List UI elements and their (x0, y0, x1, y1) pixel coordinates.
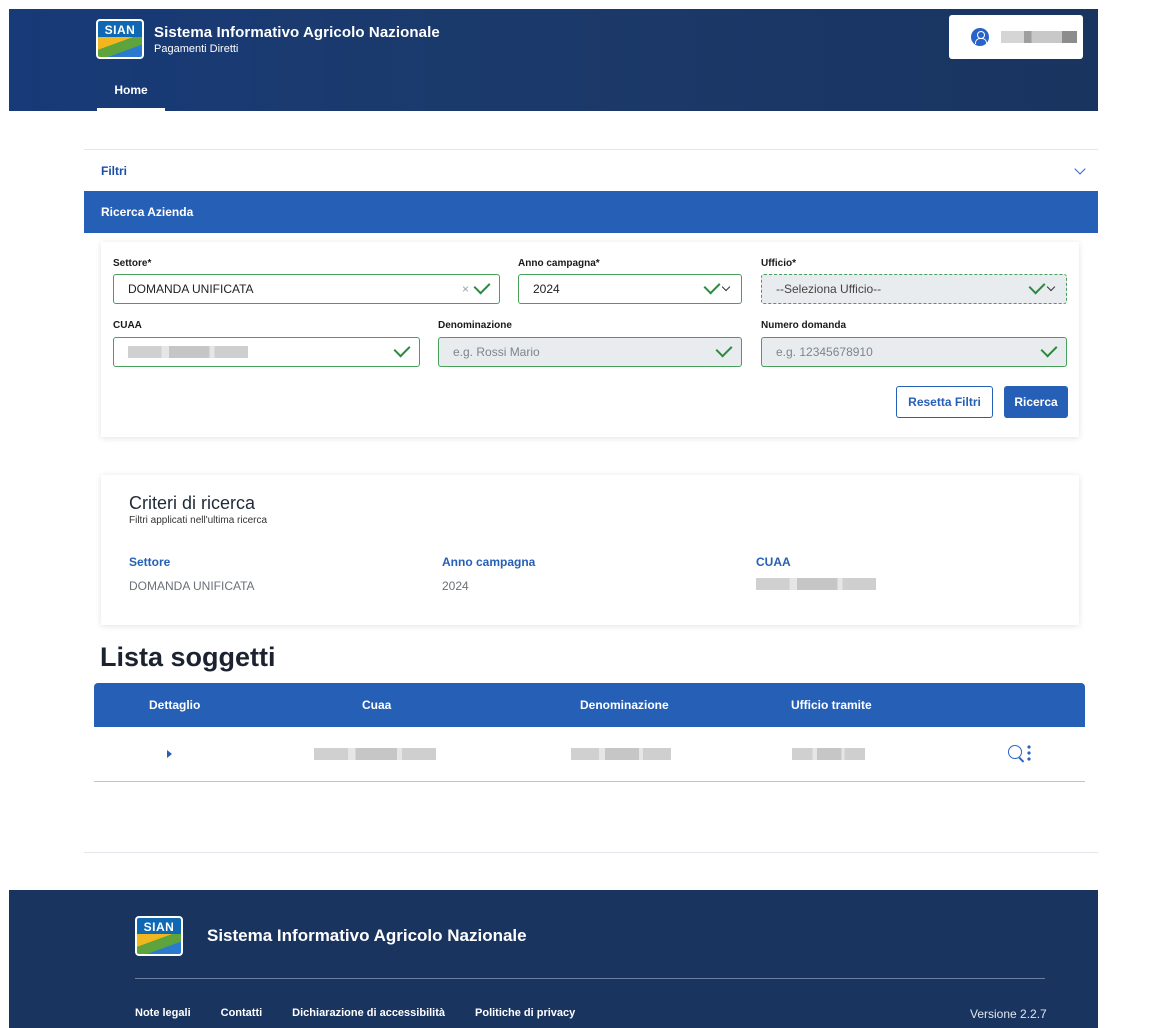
denominazione-label: Denominazione (438, 320, 512, 331)
criteria-title: Criteri di ricerca (129, 493, 256, 513)
search-criteria-card: Criteri di ricerca Filtri applicati nell… (101, 475, 1079, 625)
column-header-ufficio-tramite[interactable]: Ufficio tramite (791, 683, 872, 727)
app-title: Sistema Informativo Agricolo Nazionale (154, 23, 440, 41)
ufficio-value: --Seleziona Ufficio-- (776, 282, 882, 296)
settore-label: Settore* (113, 258, 152, 269)
logo-graphic (137, 934, 181, 954)
denominazione-placeholder: e.g. Rossi Mario (453, 345, 540, 359)
criteria-settore-label: Settore (129, 555, 171, 569)
check-icon (1040, 340, 1058, 358)
check-icon (715, 340, 733, 358)
app-header: SIAN Sistema Informativo Agricolo Nazion… (9, 9, 1098, 111)
clear-icon[interactable]: × (462, 282, 469, 296)
search-form-card: Settore* DOMANDA UNIFICATA × Anno campag… (101, 242, 1079, 437)
footer-link-contatti[interactable]: Contatti (221, 1007, 263, 1019)
check-icon (473, 277, 491, 295)
search-icon[interactable] (1008, 745, 1022, 759)
footer-link-accessibilita[interactable]: Dichiarazione di accessibilità (292, 1007, 445, 1019)
chevron-down-icon (721, 282, 731, 292)
column-header-cuaa[interactable]: Cuaa (362, 683, 391, 727)
results-title: Lista soggetti (100, 642, 276, 672)
cuaa-input[interactable] (113, 337, 420, 367)
chevron-down-icon (1074, 162, 1086, 175)
row-ufficio-redacted (792, 748, 865, 760)
app-subtitle: Pagamenti Diretti (154, 42, 239, 55)
check-icon (393, 340, 411, 358)
app-footer: SIAN Sistema Informativo Agricolo Nazion… (9, 890, 1098, 1028)
brand[interactable]: SIAN Sistema Informativo Agricolo Nazion… (96, 19, 440, 59)
cuaa-value-redacted (128, 346, 248, 358)
criteria-anno-label: Anno campagna (442, 555, 536, 569)
denominazione-input[interactable]: e.g. Rossi Mario (438, 337, 742, 367)
footer-links: Note legali Contatti Dichiarazione di ac… (135, 1007, 575, 1019)
criteria-cuaa-value-redacted (756, 578, 876, 590)
user-icon (971, 28, 989, 46)
ufficio-label: Ufficio* (761, 258, 796, 269)
reset-filters-button[interactable]: Resetta Filtri (896, 386, 993, 418)
column-header-denominazione[interactable]: Denominazione (580, 683, 669, 727)
page-divider (84, 852, 1098, 853)
results-table-header: Dettaglio Cuaa Denominazione Ufficio tra… (94, 683, 1085, 727)
settore-select[interactable]: DOMANDA UNIFICATA × (113, 274, 500, 304)
numero-domanda-placeholder: e.g. 12345678910 (776, 345, 873, 359)
anno-select[interactable]: 2024 (518, 274, 742, 304)
nav-home[interactable]: Home (97, 75, 165, 111)
chevron-down-icon (1046, 282, 1056, 292)
footer-link-note-legali[interactable]: Note legali (135, 1007, 191, 1019)
settore-value: DOMANDA UNIFICATA (128, 282, 254, 296)
check-icon (703, 277, 721, 295)
sian-logo: SIAN (135, 916, 183, 956)
user-name-redacted (1001, 31, 1077, 43)
footer-title: Sistema Informativo Agricolo Nazionale (207, 926, 527, 945)
ufficio-select[interactable]: --Seleziona Ufficio-- (761, 274, 1067, 304)
footer-link-privacy[interactable]: Politiche di privacy (475, 1007, 575, 1019)
filters-toggle[interactable]: Filtri (84, 149, 1098, 191)
cuaa-label: CUAA (113, 320, 142, 331)
cuaa-value-wrap (128, 346, 397, 358)
more-actions-icon[interactable] (1027, 744, 1031, 762)
row-denominazione-redacted (571, 748, 671, 760)
sian-logo: SIAN (96, 19, 144, 59)
anno-label: Anno campagna* (518, 258, 600, 269)
criteria-cuaa-label: CUAA (756, 555, 791, 569)
check-icon (1028, 277, 1046, 295)
criteria-settore-value: DOMANDA UNIFICATA (129, 579, 255, 593)
user-menu-button[interactable] (949, 15, 1083, 59)
expand-row-icon[interactable] (167, 750, 172, 758)
row-cuaa-redacted (314, 748, 436, 760)
anno-value: 2024 (533, 282, 560, 296)
table-row[interactable] (94, 727, 1085, 782)
brand-text: Sistema Informativo Agricolo Nazionale P… (154, 24, 440, 55)
column-header-dettaglio[interactable]: Dettaglio (149, 683, 200, 727)
numero-domanda-input[interactable]: e.g. 12345678910 (761, 337, 1067, 367)
filters-toggle-label: Filtri (101, 163, 127, 178)
footer-divider (135, 978, 1045, 979)
criteria-subtitle: Filtri applicati nell'ultima ricerca (129, 515, 268, 526)
numero-domanda-label: Numero domanda (761, 320, 847, 331)
section-title-ricerca-azienda: Ricerca Azienda (84, 191, 1098, 233)
app-version: Versione 2.2.7 (970, 1007, 1047, 1021)
logo-graphic (98, 37, 142, 57)
criteria-anno-value: 2024 (442, 579, 469, 593)
search-button[interactable]: Ricerca (1004, 386, 1068, 418)
